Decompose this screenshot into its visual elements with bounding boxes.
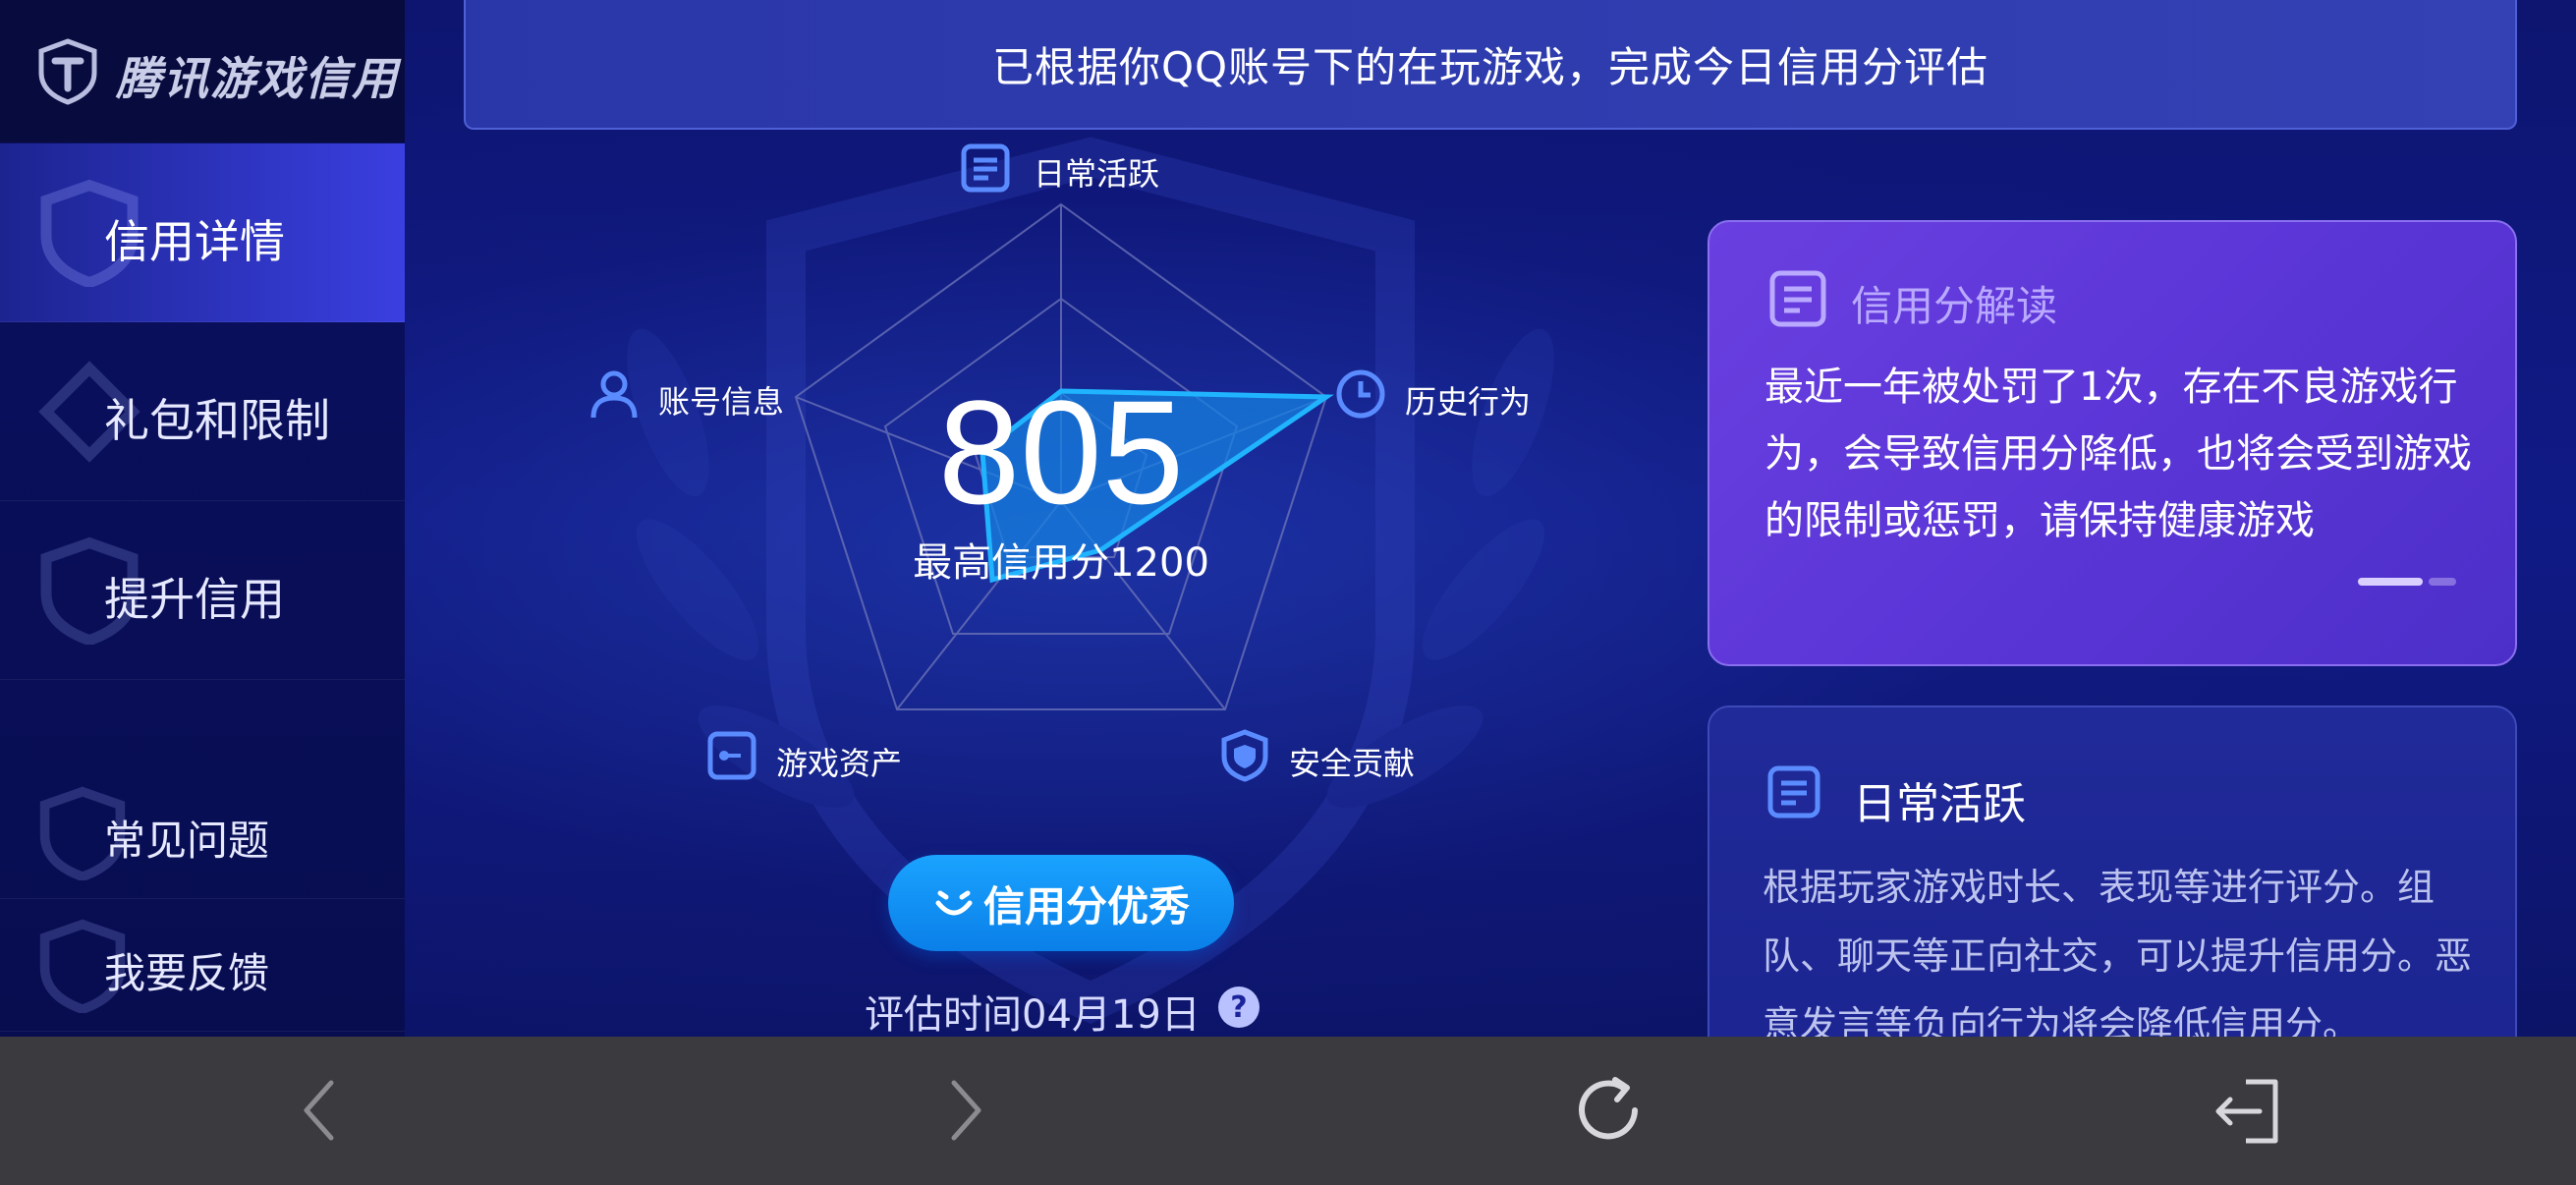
clock-icon [1336,369,1385,419]
credit-rating-button[interactable]: 信用分优秀 [888,855,1234,951]
axis-label-daily-activity: 日常活跃 [1034,155,1160,193]
smile-icon [935,890,973,916]
interpretation-title: 信用分解读 [1851,282,2058,330]
axis-label-game-assets: 游戏资产 [776,745,903,782]
axis-label-security: 安全贡献 [1289,745,1416,782]
forward-icon[interactable] [920,1066,1008,1155]
document-icon [1767,765,1820,818]
evaluation-time: 评估时间04月19日 [865,992,1201,1038]
shield-icon [1221,729,1268,782]
axis-label-history: 历史行为 [1405,383,1532,421]
user-icon [590,370,638,419]
exit-icon[interactable] [2205,1066,2293,1155]
back-icon[interactable] [277,1066,365,1155]
document-icon [961,143,1010,193]
daily-activity-body: 根据玩家游戏时长、表现等进行评分。组队、聊天等正向社交，可以提升信用分。恶意发言… [1763,866,2473,1046]
daily-activity-title: 日常活跃 [1853,779,2026,829]
document-icon [1769,270,1826,327]
credit-rating-label: 信用分优秀 [982,881,1190,931]
interpretation-body: 最近一年被处罚了1次，存在不良游戏行为，会导致信用分降低，也将会受到游戏的限制或… [1764,365,2472,543]
max-credit-score: 最高信用分1200 [913,540,1209,586]
key-icon [707,731,756,780]
browser-bottom-bar [0,1037,2576,1185]
refresh-icon[interactable] [1566,1066,1654,1155]
carousel-indicator [2358,578,2456,586]
help-icon[interactable]: ? [1218,987,1260,1028]
credit-score: 805 [937,369,1185,535]
credit-interpretation-card: 信用分解读 最近一年被处罚了1次，存在不良游戏行为，会导致信用分降低，也将会受到… [1708,220,2517,666]
indicator-inactive [2429,578,2456,586]
axis-label-account-info: 账号信息 [658,383,785,421]
indicator-active [2358,578,2423,586]
